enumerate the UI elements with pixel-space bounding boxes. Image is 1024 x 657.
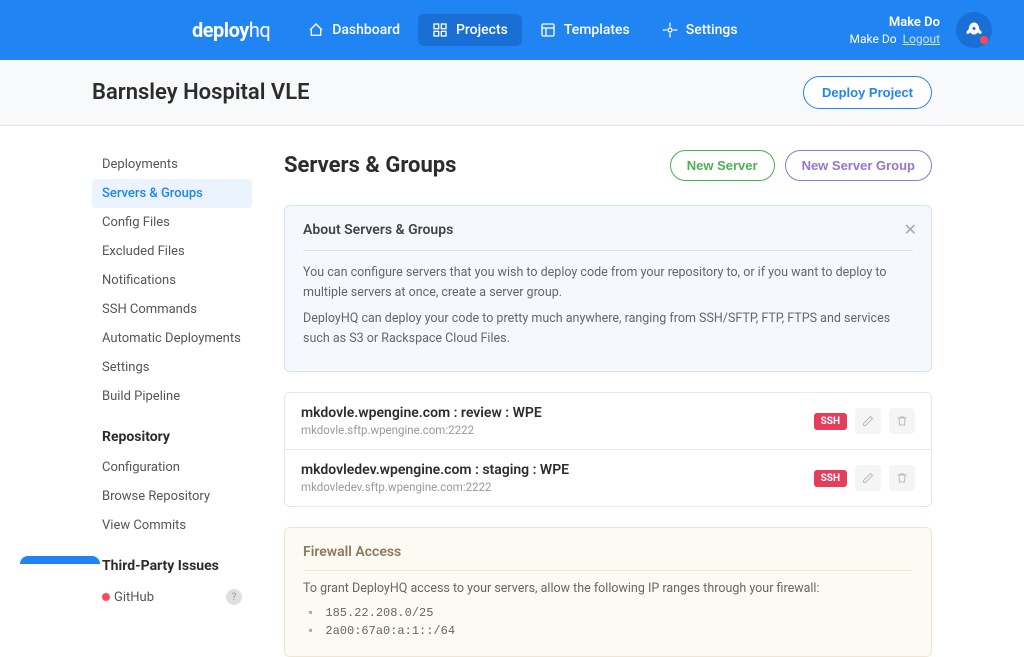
trash-icon (896, 415, 908, 427)
sidebar-item-deployments[interactable]: Deployments (92, 150, 252, 179)
status-dot-icon (102, 593, 110, 601)
sidebar-heading-issues: Third-Party Issues (102, 558, 252, 574)
firewall-ip: 2a00:67a0:a:1::/64 (307, 622, 913, 640)
support-tab[interactable] (20, 556, 100, 564)
sidebar: Deployments Servers & Groups Config File… (92, 150, 252, 657)
account-org: Make Do (850, 32, 897, 46)
new-server-button[interactable]: New Server (670, 150, 775, 181)
top-navbar: deployhq Dashboard Projects Templates (0, 0, 1024, 60)
trash-icon (896, 472, 908, 484)
server-row[interactable]: mkdovle.wpengine.com : review : WPE mkdo… (285, 393, 931, 450)
about-text-2: DeployHQ can deploy your code to pretty … (303, 309, 913, 349)
edit-button[interactable] (855, 465, 881, 491)
server-name: mkdovle.wpengine.com : review : WPE (301, 405, 542, 421)
sidebar-item-build-pipeline[interactable]: Build Pipeline (92, 382, 252, 411)
main-content: Servers & Groups New Server New Server G… (284, 150, 932, 657)
delete-button[interactable] (889, 465, 915, 491)
sidebar-item-configuration[interactable]: Configuration (92, 453, 252, 482)
close-icon[interactable]: ✕ (904, 220, 917, 239)
nav-dashboard[interactable]: Dashboard (294, 14, 414, 46)
pencil-icon (862, 472, 874, 484)
server-host: mkdovledev.sftp.wpengine.com:2222 (301, 480, 569, 494)
rocket-icon (965, 21, 983, 39)
firewall-desc: To grant DeployHQ access to your servers… (303, 581, 913, 596)
sidebar-item-settings[interactable]: Settings (92, 353, 252, 382)
sidebar-item-config-files[interactable]: Config Files (92, 208, 252, 237)
sidebar-item-github[interactable]: GitHub ? (92, 582, 252, 612)
server-list: mkdovle.wpengine.com : review : WPE mkdo… (284, 392, 932, 507)
nav-settings[interactable]: Settings (648, 14, 752, 46)
server-host: mkdovle.sftp.wpengine.com:2222 (301, 423, 542, 437)
sidebar-item-excluded-files[interactable]: Excluded Files (92, 237, 252, 266)
about-text-1: You can configure servers that you wish … (303, 263, 913, 303)
account-name: Make Do (850, 15, 940, 30)
projects-icon (432, 22, 448, 38)
server-row[interactable]: mkdovledev.wpengine.com : staging : WPE … (285, 450, 931, 506)
pencil-icon (862, 415, 874, 427)
nav-templates[interactable]: Templates (526, 14, 644, 46)
sidebar-item-notifications[interactable]: Notifications (92, 266, 252, 295)
sidebar-item-view-commits[interactable]: View Commits (92, 511, 252, 540)
rocket-badge[interactable] (956, 12, 992, 48)
delete-button[interactable] (889, 408, 915, 434)
firewall-title: Firewall Access (303, 544, 913, 560)
edit-button[interactable] (855, 408, 881, 434)
settings-icon (662, 22, 678, 38)
sidebar-item-browse-repo[interactable]: Browse Repository (92, 482, 252, 511)
firewall-ip: 185.22.208.0/25 (307, 604, 913, 622)
sidebar-item-servers-groups[interactable]: Servers & Groups (92, 179, 252, 208)
deploy-project-button[interactable]: Deploy Project (803, 76, 932, 109)
account-block: Make Do Make Do Logout (850, 15, 940, 46)
page-title: Barnsley Hospital VLE (92, 80, 310, 105)
sidebar-item-auto-deployments[interactable]: Automatic Deployments (92, 324, 252, 353)
sidebar-item-ssh-commands[interactable]: SSH Commands (92, 295, 252, 324)
server-name: mkdovledev.wpengine.com : staging : WPE (301, 462, 569, 478)
new-server-group-button[interactable]: New Server Group (785, 150, 932, 181)
info-icon[interactable]: ? (226, 589, 242, 605)
firewall-box: Firewall Access To grant DeployHQ access… (284, 527, 932, 657)
subheader: Barnsley Hospital VLE Deploy Project (0, 60, 1024, 126)
templates-icon (540, 22, 556, 38)
about-title: About Servers & Groups (303, 222, 913, 238)
sidebar-heading-repository: Repository (102, 429, 252, 445)
logout-link[interactable]: Logout (903, 32, 940, 46)
about-box: ✕ About Servers & Groups You can configu… (284, 205, 932, 372)
content-title: Servers & Groups (284, 153, 456, 178)
logo[interactable]: deployhq (192, 18, 270, 42)
nav-projects[interactable]: Projects (418, 14, 522, 46)
dashboard-icon (308, 22, 324, 38)
ssh-badge: SSH (814, 413, 847, 430)
ssh-badge: SSH (814, 470, 847, 487)
